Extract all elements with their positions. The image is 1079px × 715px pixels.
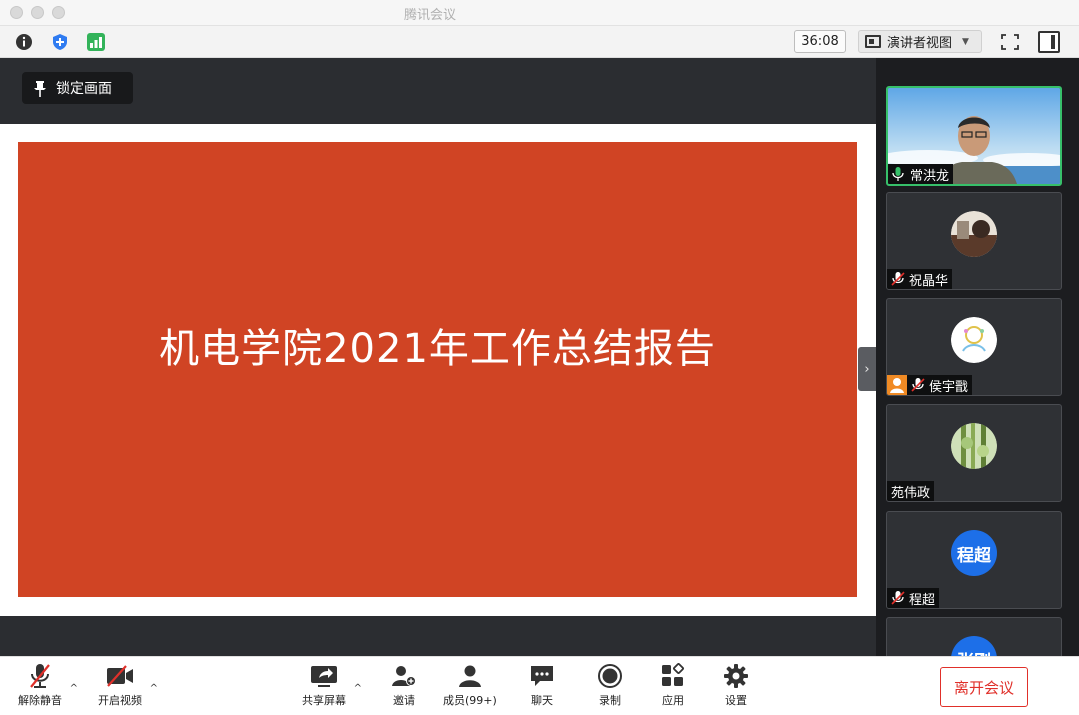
lock-view-button[interactable]: 锁定画面 (22, 72, 133, 104)
meeting-timer: 36:08 (794, 30, 846, 53)
apps-button[interactable]: 应用 (659, 663, 687, 708)
avatar (951, 211, 997, 257)
chevron-up-icon[interactable]: ^ (150, 683, 158, 694)
info-icon[interactable] (14, 32, 34, 52)
meeting-toolbar: 36:08 演讲者视图 ▼ (0, 26, 1079, 58)
lock-view-label: 锁定画面 (56, 81, 112, 97)
participant-name-tag: 常洪龙 (888, 164, 954, 184)
mic-on-icon (892, 167, 906, 181)
chat-icon (528, 663, 556, 689)
share-screen-button[interactable]: 共享屏幕 ^ (302, 663, 362, 708)
record-icon (596, 663, 624, 689)
title-bar: 腾讯会议 (0, 0, 1079, 26)
invite-button[interactable]: 邀请 (390, 663, 418, 708)
participant-name-tag: 祝晶华 (887, 269, 953, 289)
toggle-sidebar-icon[interactable] (1038, 31, 1060, 53)
caret-down-icon: ▼ (962, 36, 969, 47)
avatar (951, 423, 997, 469)
mic-muted-icon (911, 378, 925, 392)
unmute-button[interactable]: 解除静音 ^ (18, 663, 78, 708)
leave-meeting-button[interactable]: 离开会议 (940, 667, 1028, 707)
participant-name-tag: 侯宇戬 (887, 375, 973, 395)
participant-tile[interactable]: 程超 程超 (886, 511, 1062, 609)
slide-title: 机电学院2021年工作总结报告 (159, 325, 716, 372)
chat-button[interactable]: 聊天 (528, 663, 556, 708)
window-title: 腾讯会议 (404, 8, 457, 23)
participant-tile[interactable]: 侯宇戬 (886, 298, 1062, 396)
gear-icon (722, 663, 750, 689)
fullscreen-icon[interactable] (1000, 33, 1020, 51)
slide-frame: 机电学院2021年工作总结报告 (0, 124, 876, 616)
chevron-right-icon: › (864, 361, 870, 377)
share-screen-icon (310, 663, 338, 689)
mic-muted-icon (26, 663, 54, 689)
signal-strength-icon[interactable] (86, 32, 106, 52)
participant-tile[interactable]: 常洪龙 (886, 86, 1062, 186)
camera-off-icon (106, 663, 134, 689)
record-button[interactable]: 录制 (596, 663, 624, 708)
chevron-up-icon[interactable]: ^ (70, 683, 78, 694)
collapse-sidebar-button[interactable]: › (858, 347, 876, 391)
participant-tile[interactable]: 张刚 (886, 617, 1062, 656)
pin-icon (34, 81, 46, 97)
mic-muted-icon (891, 272, 905, 286)
members-icon (456, 663, 484, 689)
participant-name-tag: 苑伟政 (887, 481, 935, 501)
layout-icon (865, 35, 881, 48)
mic-muted-icon (891, 591, 905, 605)
participant-tile[interactable]: 祝晶华 (886, 192, 1062, 290)
view-label: 演讲者视图 (887, 36, 953, 51)
apps-icon (659, 663, 687, 689)
avatar: 程超 (951, 530, 997, 576)
presentation-slide: 机电学院2021年工作总结报告 (18, 142, 857, 597)
settings-button[interactable]: 设置 (722, 663, 750, 708)
host-badge-icon (887, 375, 907, 395)
members-button[interactable]: 成员(99+) (443, 663, 497, 708)
bottom-toolbar: 解除静音 ^ 开启视频 ^ 共享屏幕 ^ 邀请 成员(99+) 聊天 录制 应用… (0, 656, 1079, 715)
add-user-icon (390, 663, 418, 689)
avatar: 张刚 (951, 636, 997, 656)
speaker-view-button[interactable]: 演讲者视图 ▼ (858, 30, 982, 53)
start-video-button[interactable]: 开启视频 ^ (98, 663, 158, 708)
avatar (951, 317, 997, 363)
security-shield-icon[interactable] (50, 32, 70, 52)
participant-tile[interactable]: 苑伟政 (886, 404, 1062, 502)
chevron-up-icon[interactable]: ^ (354, 683, 362, 694)
participant-sidebar: 常洪龙 祝晶华 侯宇戬 苑伟政 程超 程超 (876, 58, 1079, 656)
participant-name-tag: 程超 (887, 588, 940, 608)
shared-content-area: 锁定画面 机电学院2021年工作总结报告 (0, 58, 876, 656)
